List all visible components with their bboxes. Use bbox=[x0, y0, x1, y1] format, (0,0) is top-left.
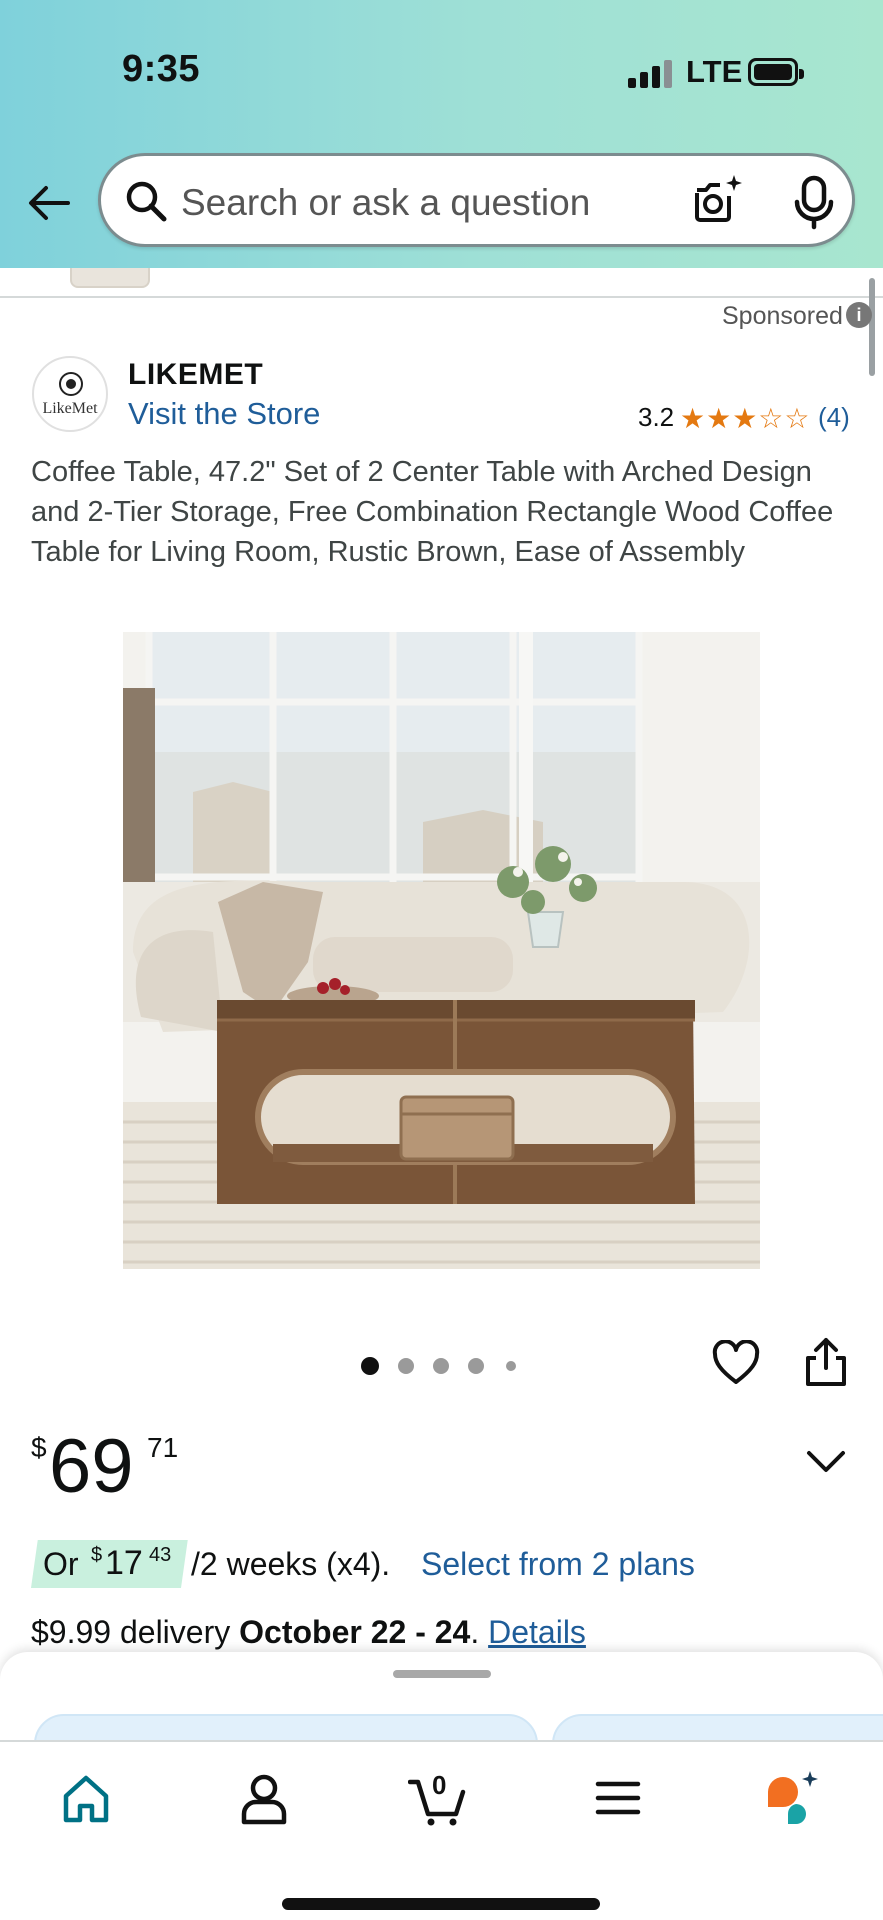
carousel-dot-3 bbox=[433, 1358, 449, 1374]
brand-logo[interactable]: LikeMet bbox=[32, 356, 108, 432]
sponsored-label: Sponsored bbox=[722, 302, 843, 330]
person-icon[interactable] bbox=[234, 1768, 294, 1828]
microphone-icon[interactable] bbox=[787, 174, 841, 230]
installment-period: /2 weeks (x4). bbox=[191, 1546, 391, 1582]
installment-whole: 17 bbox=[105, 1544, 143, 1582]
brand-name: LIKEMET bbox=[128, 358, 264, 391]
delivery-fee: $9.99 delivery bbox=[31, 1614, 231, 1650]
network-label: LTE bbox=[686, 54, 743, 89]
search-bar[interactable]: Search or ask a question bbox=[98, 153, 855, 247]
info-icon[interactable]: i bbox=[846, 302, 872, 328]
home-indicator[interactable] bbox=[282, 1898, 600, 1910]
search-icon bbox=[126, 181, 167, 222]
back-arrow-icon[interactable] bbox=[26, 180, 72, 226]
installment-prefix: Or bbox=[43, 1546, 79, 1582]
share-icon[interactable] bbox=[802, 1336, 850, 1388]
chevron-down-icon[interactable] bbox=[806, 1448, 846, 1476]
camera-search-icon[interactable] bbox=[689, 172, 745, 228]
delivery-details-link[interactable]: Details bbox=[488, 1614, 586, 1650]
image-carousel-dots[interactable] bbox=[360, 1354, 520, 1378]
carousel-dot-5 bbox=[506, 1361, 516, 1371]
carousel-dot-2 bbox=[398, 1358, 414, 1374]
carousel-dot-4 bbox=[468, 1358, 484, 1374]
sheet-drag-handle[interactable] bbox=[393, 1670, 491, 1678]
heart-icon[interactable] bbox=[712, 1340, 760, 1386]
cellular-signal-icon bbox=[628, 60, 672, 88]
previous-item-thumbnail bbox=[70, 268, 150, 288]
delivery-dates: October 22 - 24 bbox=[239, 1614, 471, 1650]
price-whole: 69 bbox=[49, 1424, 134, 1509]
installment-offer: Or $ 17 43 /2 weeks (x4). Select from 2 … bbox=[31, 1540, 851, 1590]
scrollbar[interactable] bbox=[869, 278, 875, 376]
price-fraction: 71 bbox=[147, 1432, 179, 1463]
select-plans-link[interactable]: Select from 2 plans bbox=[421, 1546, 695, 1583]
brand-logo-text: LikeMet bbox=[42, 400, 98, 417]
status-time: 9:35 bbox=[122, 48, 201, 90]
visit-store-link[interactable]: Visit the Store bbox=[128, 396, 320, 432]
star-rating-icon[interactable]: ★★★☆☆ bbox=[680, 402, 811, 435]
home-icon[interactable] bbox=[56, 1768, 116, 1828]
cart-button[interactable]: 0 bbox=[407, 1768, 468, 1828]
installment-fraction: 43 bbox=[149, 1544, 172, 1566]
price-currency: $ bbox=[31, 1432, 47, 1463]
bottom-navigation: 0 bbox=[0, 1740, 883, 1920]
brand-logo-mark bbox=[59, 372, 83, 396]
rating-value: 3.2 bbox=[638, 402, 675, 432]
search-placeholder[interactable]: Search or ask a question bbox=[181, 182, 590, 224]
rufus-icon[interactable] bbox=[762, 1768, 822, 1828]
previous-item-peek bbox=[0, 268, 883, 298]
rating-count-link[interactable]: (4) bbox=[818, 402, 850, 433]
delivery-info: $9.99 delivery October 22 - 24. Details bbox=[31, 1614, 586, 1651]
menu-icon[interactable] bbox=[588, 1768, 648, 1828]
delivery-separator: . bbox=[470, 1614, 480, 1650]
carousel-dot-1 bbox=[361, 1357, 379, 1375]
app-header: 9:35 LTE Search or ask a question bbox=[0, 0, 883, 268]
product-title[interactable]: Coffee Table, 47.2" Set of 2 Center Tabl… bbox=[31, 452, 861, 572]
product-image[interactable] bbox=[123, 632, 760, 1269]
cart-count: 0 bbox=[432, 1770, 447, 1800]
installment-currency: $ bbox=[91, 1544, 103, 1566]
battery-icon bbox=[748, 58, 804, 86]
